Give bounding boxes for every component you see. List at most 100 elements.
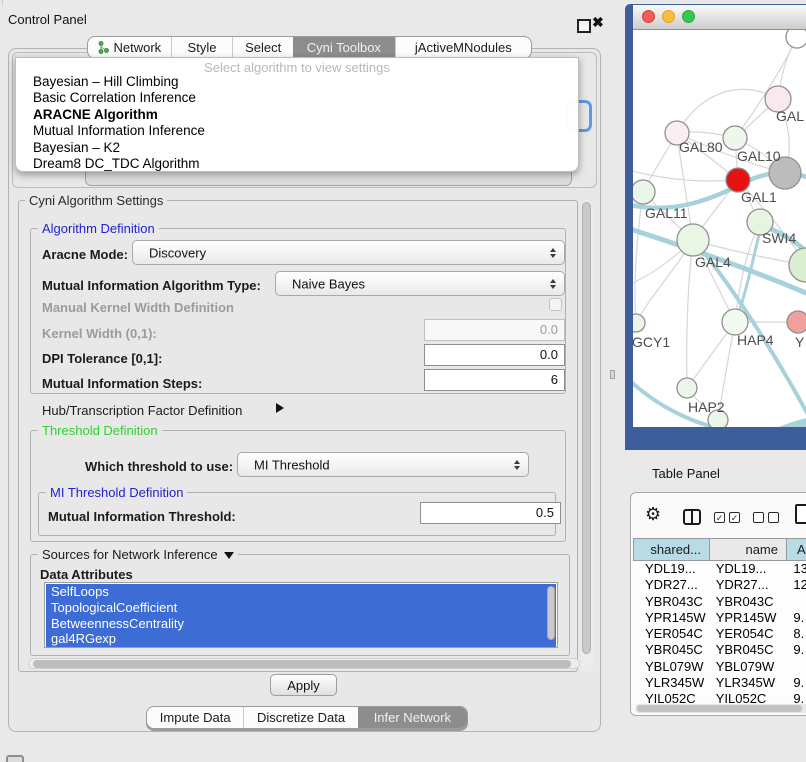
list-scrollbar-thumb[interactable] — [547, 586, 555, 640]
deselect-all-columns-icon[interactable] — [753, 512, 779, 523]
tab-jactivemnodules[interactable]: jActiveMNodules — [395, 37, 531, 58]
tab-discretize-data[interactable]: Discretize Data — [243, 707, 357, 728]
network-node-label: HAP4 — [737, 332, 774, 348]
mi-threshold-field[interactable]: 0.5 — [420, 502, 561, 524]
cyni-bottom-tabbar: Impute Data Discretize Data Infer Networ… — [146, 706, 468, 729]
data-attribute-item[interactable]: SelfLoops — [46, 584, 556, 600]
network-edge[interactable] — [635, 192, 643, 323]
table-horizontal-scrollbar-thumb[interactable] — [637, 705, 802, 712]
algorithm-option[interactable]: Bayesian – K2 — [19, 140, 575, 156]
network-edge[interactable] — [677, 89, 778, 133]
algorithm-option[interactable]: ARACNE Algorithm — [19, 107, 575, 123]
panel-splitter-grip[interactable] — [610, 370, 615, 379]
which-threshold-combobox[interactable]: MI Threshold — [237, 452, 529, 477]
network-edge[interactable] — [687, 240, 693, 388]
table-cell: YBR045C — [709, 642, 785, 658]
manual-kernel-width-checkbox[interactable] — [549, 298, 562, 311]
network-edge-highlighted[interactable] — [773, 421, 806, 427]
hub-definition-label: Hub/Transcription Factor Definition — [42, 403, 242, 418]
tab-impute-data[interactable]: Impute Data — [147, 707, 243, 728]
column-header-name[interactable]: name — [710, 538, 787, 561]
float-window-icon[interactable] — [577, 19, 591, 33]
table-row[interactable]: YIL052CYIL052C9. — [633, 691, 806, 703]
column-header-partial[interactable]: A — [787, 538, 806, 561]
table-cell: YBL079W — [633, 659, 709, 675]
table-horizontal-scrollbar[interactable] — [635, 704, 806, 713]
network-node-label: SWI4 — [762, 230, 796, 246]
network-node[interactable] — [633, 180, 655, 204]
data-attribute-item[interactable]: gal4RGexp — [46, 631, 556, 647]
data-attributes-list[interactable]: SelfLoopsTopologicalCoefficientBetweenne… — [44, 582, 558, 648]
table-body[interactable]: YDL19...YDL19...13YDR27...YDR27...12YBR0… — [633, 561, 806, 703]
sources-group-title: Sources for Network Inference — [38, 547, 238, 562]
algorithm-dropdown[interactable]: Select algorithm to view settings Bayesi… — [15, 57, 579, 172]
table-row[interactable]: YLR345WYLR345W9. — [633, 675, 806, 691]
network-edge[interactable] — [633, 170, 738, 181]
selected-attributes-block: SelfLoopsTopologicalCoefficientBetweenne… — [46, 584, 556, 647]
export-table-icon[interactable] — [795, 504, 806, 524]
algorithm-option[interactable]: Dream8 DC_TDC Algorithm — [19, 156, 575, 172]
tab-network-label: Network — [113, 40, 161, 55]
tab-infer-network[interactable]: Infer Network — [358, 707, 467, 728]
network-graph[interactable]: GALGAL80GAL10GAL1GAL11SWI4GAL4GCY1HAP4YH… — [633, 30, 806, 427]
network-node[interactable] — [677, 378, 697, 398]
apply-button[interactable]: Apply — [270, 674, 337, 696]
split-columns-icon[interactable] — [683, 509, 701, 525]
kernel-width-field[interactable]: 0.0 — [424, 319, 565, 341]
table-header-row: shared... name A — [633, 538, 806, 561]
tab-style[interactable]: Style — [171, 37, 233, 58]
table-row[interactable]: YDR27...YDR27...12 — [633, 577, 806, 593]
control-panel-titlebar: Control Panel ✖ — [0, 6, 608, 32]
table-cell: 9. — [784, 675, 806, 691]
bottom-corner-grip[interactable] — [6, 755, 24, 762]
network-canvas[interactable]: GALGAL80GAL10GAL1GAL11SWI4GAL4GCY1HAP4YH… — [633, 30, 806, 427]
table-row[interactable]: YBL079WYBL079W — [633, 659, 806, 675]
table-cell: YBL079W — [709, 659, 785, 675]
network-node[interactable] — [787, 311, 806, 333]
select-all-columns-icon[interactable]: ✓✓ — [714, 512, 740, 523]
data-attribute-item[interactable]: BetweennessCentrality — [46, 616, 556, 632]
table-settings-gear-icon[interactable]: ⚙ — [645, 505, 661, 523]
table-cell: YLR345W — [709, 675, 785, 691]
algorithm-option[interactable]: Mutual Information Inference — [19, 123, 575, 139]
threshold-definition-title: Threshold Definition — [38, 423, 162, 438]
data-attribute-item[interactable]: TopologicalCoefficient — [46, 600, 556, 616]
table-row[interactable]: YPR145WYPR145W9. — [633, 610, 806, 626]
table-row[interactable]: YER054CYER054C8. — [633, 626, 806, 642]
aracne-mode-value: Discovery — [149, 245, 206, 260]
network-node[interactable] — [789, 248, 806, 282]
network-node-label: GAL10 — [737, 148, 781, 164]
mi-algorithm-type-combobox[interactable]: Naive Bayes — [275, 271, 565, 296]
tab-select[interactable]: Select — [232, 37, 293, 58]
tab-network[interactable]: Network — [88, 37, 171, 58]
column-header-shared-name[interactable]: shared... — [633, 538, 710, 561]
collapse-arrow-icon[interactable] — [224, 552, 234, 559]
algorithm-option[interactable]: Basic Correlation Inference — [19, 90, 575, 106]
tab-cyni-toolbox[interactable]: Cyni Toolbox — [293, 37, 395, 58]
close-panel-icon[interactable]: ✖ — [592, 14, 604, 31]
minimize-window-icon[interactable] — [662, 10, 675, 23]
table-row[interactable]: YBR043CYBR043C — [633, 594, 806, 610]
table-panel-title: Table Panel — [652, 466, 720, 481]
mi-steps-field[interactable]: 6 — [424, 369, 565, 391]
settings-horizontal-scrollbar-thumb[interactable] — [33, 660, 571, 668]
table-row[interactable]: YDL19...YDL19...13 — [633, 561, 806, 577]
network-node[interactable] — [723, 126, 747, 150]
cyni-settings-group-title: Cyni Algorithm Settings — [25, 193, 167, 208]
aracne-mode-combobox[interactable]: Discovery — [132, 240, 565, 265]
table-cell: 9. — [784, 610, 806, 626]
network-window-titlebar[interactable] — [633, 5, 806, 30]
dpi-tolerance-field[interactable]: 0.0 — [424, 344, 565, 366]
manual-kernel-width-label: Manual Kernel Width Definition — [42, 300, 234, 315]
network-node[interactable] — [677, 224, 709, 256]
table-row[interactable]: YBR045CYBR045C9. — [633, 642, 806, 658]
zoom-window-icon[interactable] — [682, 10, 695, 23]
table-cell: 9. — [784, 642, 806, 658]
aracne-mode-label: Aracne Mode: — [42, 247, 128, 262]
settings-vertical-scrollbar-thumb[interactable] — [582, 202, 591, 654]
close-window-icon[interactable] — [642, 10, 655, 23]
algorithm-option[interactable]: Bayesian – Hill Climbing — [19, 74, 575, 90]
expand-arrow-icon[interactable] — [276, 403, 284, 413]
network-node[interactable] — [786, 30, 806, 48]
network-node[interactable] — [633, 314, 645, 332]
